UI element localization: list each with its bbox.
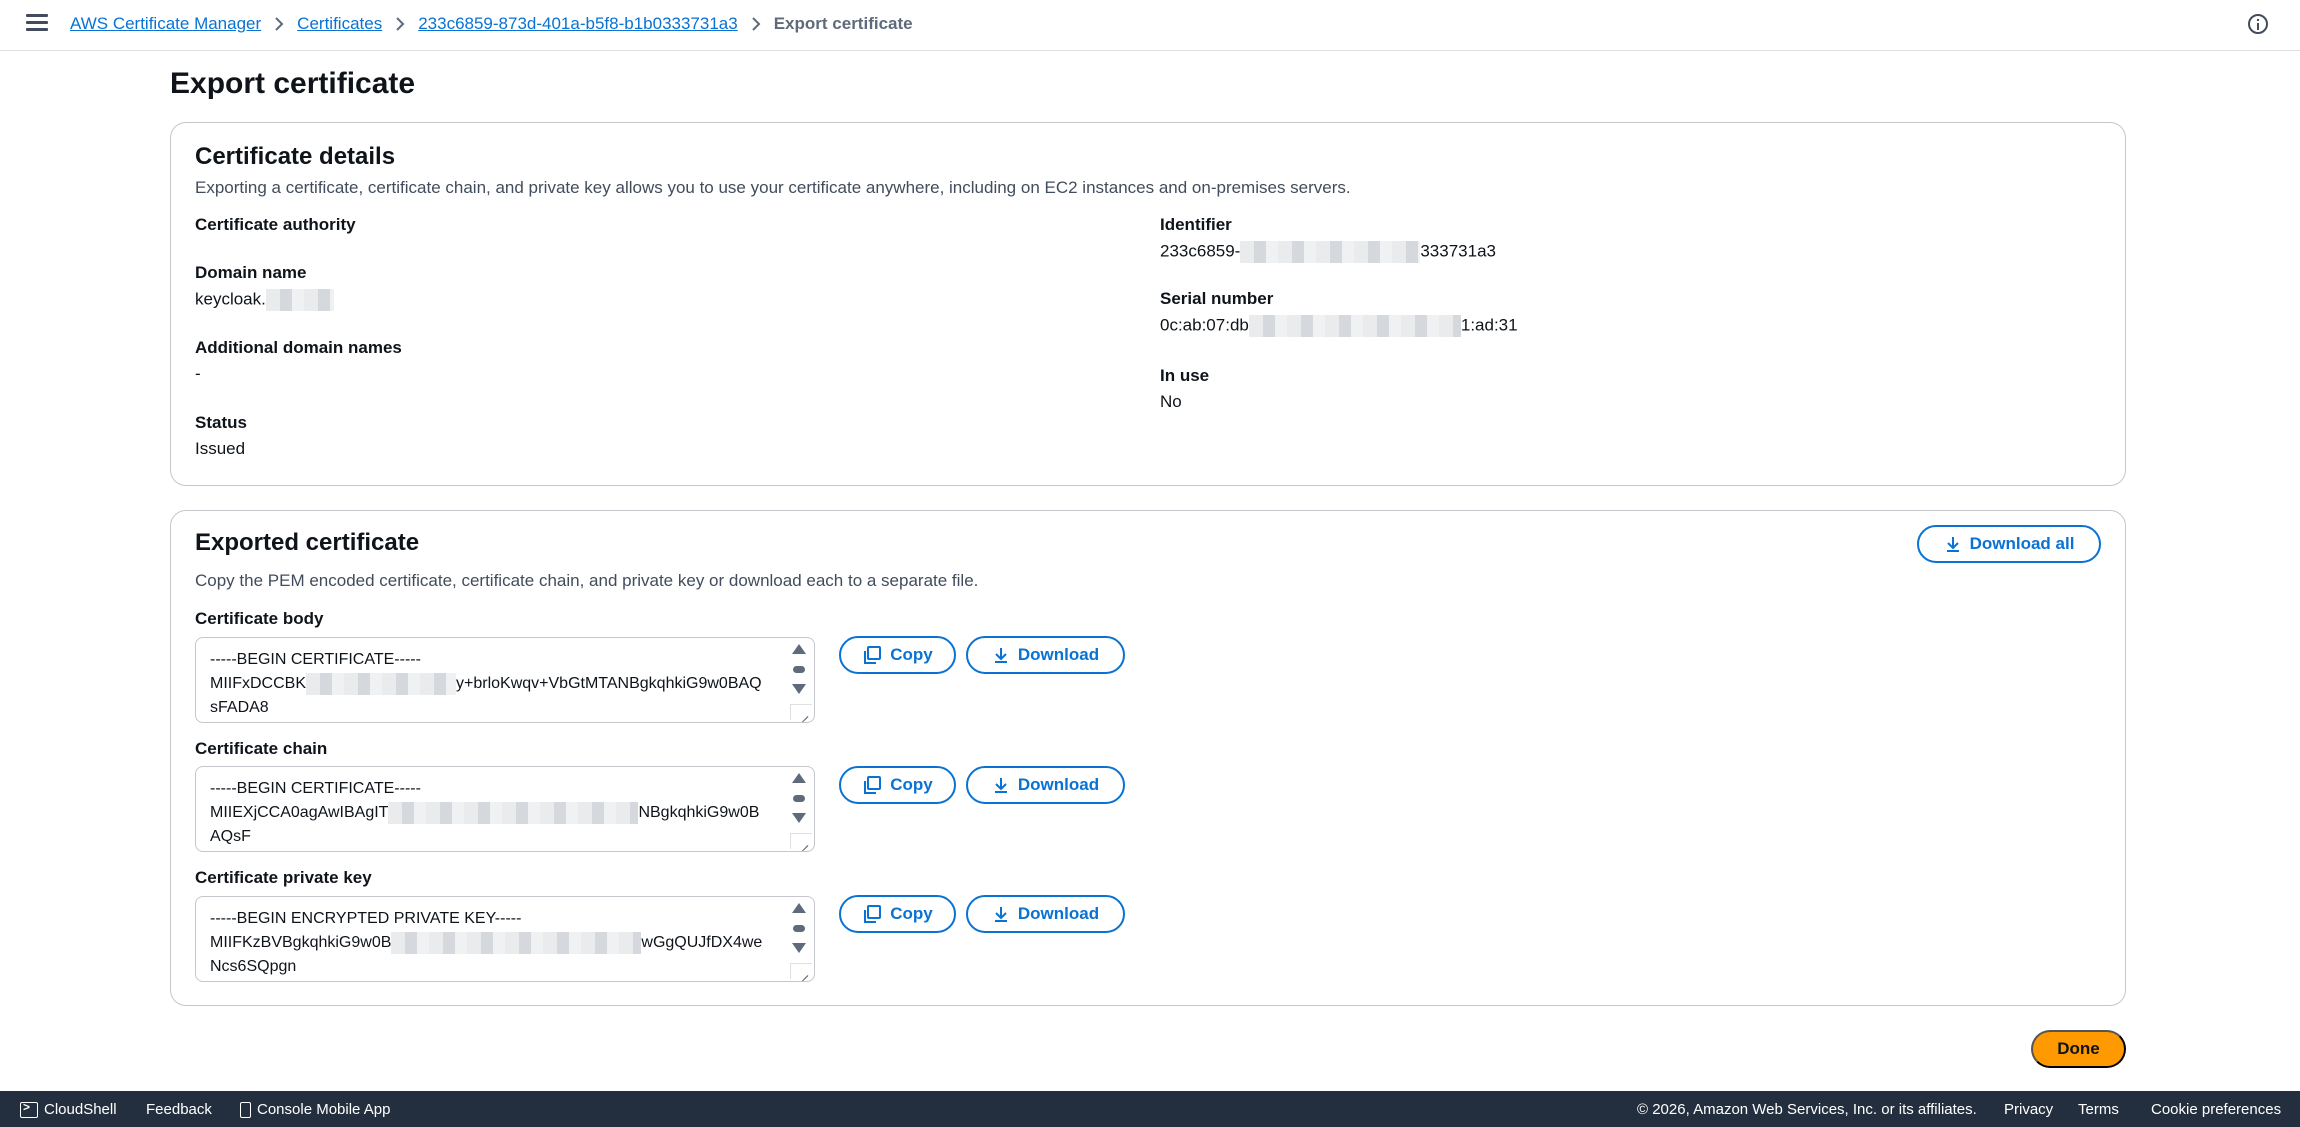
download-icon <box>994 907 1007 922</box>
domain-name-value: keycloak. <box>195 289 334 311</box>
console-footer: CloudShell Feedback Console Mobile App ©… <box>0 1091 2300 1127</box>
redacted-block <box>306 672 456 695</box>
menu-icon[interactable] <box>26 14 48 32</box>
download-certificate-chain-button[interactable]: Download <box>966 766 1125 804</box>
cloudshell-link[interactable]: CloudShell <box>20 1100 117 1118</box>
exported-certificate-panel: Exported certificate Copy the PEM encode… <box>170 510 2126 1006</box>
redacted-block <box>1248 315 1461 337</box>
serial-number-label: Serial number <box>1160 289 1274 308</box>
breadcrumb-acm[interactable]: AWS Certificate Manager <box>70 14 261 34</box>
redacted-block <box>265 289 334 311</box>
copy-icon <box>864 776 882 794</box>
redacted-block <box>388 801 639 824</box>
resize-handle-icon[interactable] <box>790 963 812 979</box>
feedback-link[interactable]: Feedback <box>146 1101 212 1118</box>
scrollbar[interactable] <box>792 644 806 704</box>
identifier-label: Identifier <box>1160 215 1232 234</box>
chevron-right-icon <box>261 16 297 32</box>
privacy-link[interactable]: Privacy <box>2004 1101 2053 1118</box>
download-private-key-button[interactable]: Download <box>966 895 1125 933</box>
breadcrumb-certificate-id[interactable]: 233c6859-873d-401a-b5f8-b1b0333731a3 <box>418 14 738 34</box>
chevron-right-icon <box>738 16 774 32</box>
breadcrumb-certificates[interactable]: Certificates <box>297 14 382 34</box>
breadcrumb: AWS Certificate Manager Certificates 233… <box>70 14 913 34</box>
download-icon <box>994 648 1007 663</box>
certificate-body-textarea[interactable]: -----BEGIN CERTIFICATE----- MIIFxDCCBK y+… <box>195 637 815 723</box>
certificate-chain-textarea[interactable]: -----BEGIN CERTIFICATE----- MIIEXjCCA0ag… <box>195 766 815 852</box>
certificate-details-description: Exporting a certificate, certificate cha… <box>195 178 1351 197</box>
redacted-block <box>391 931 642 954</box>
domain-name-label: Domain name <box>195 263 307 282</box>
certificate-authority-label: Certificate authority <box>195 215 356 234</box>
copy-icon <box>864 646 882 664</box>
resize-handle-icon[interactable] <box>790 833 812 849</box>
certificate-private-key-textarea[interactable]: -----BEGIN ENCRYPTED PRIVATE KEY----- MI… <box>195 896 815 982</box>
exported-certificate-description: Copy the PEM encoded certificate, certif… <box>195 571 979 590</box>
download-all-button[interactable]: Download all <box>1917 525 2101 563</box>
additional-domain-names-value: - <box>195 364 201 383</box>
top-navigation-bar: AWS Certificate Manager Certificates 233… <box>0 0 2300 51</box>
done-button[interactable]: Done <box>2031 1030 2126 1068</box>
scrollbar[interactable] <box>792 773 806 833</box>
status-label: Status <box>195 413 247 432</box>
scrollbar[interactable] <box>792 903 806 963</box>
mobile-phone-icon <box>240 1101 251 1118</box>
download-icon <box>1946 537 1959 552</box>
console-mobile-app-link[interactable]: Console Mobile App <box>240 1101 390 1118</box>
page-title: Export certificate <box>170 67 416 100</box>
serial-number-value: 0c:ab:07:db 1:ad:31 <box>1160 315 1518 337</box>
copy-certificate-body-button[interactable]: Copy <box>839 636 956 674</box>
certificate-body-label: Certificate body <box>195 609 324 628</box>
exported-certificate-heading: Exported certificate <box>195 529 420 556</box>
copyright-text: © 2026, Amazon Web Services, Inc. or its… <box>1637 1101 1977 1118</box>
additional-domain-names-label: Additional domain names <box>195 338 402 357</box>
copy-certificate-chain-button[interactable]: Copy <box>839 766 956 804</box>
copy-icon <box>864 905 882 923</box>
info-icon[interactable] <box>2248 14 2268 34</box>
in-use-label: In use <box>1160 366 1210 385</box>
copy-private-key-button[interactable]: Copy <box>839 895 956 933</box>
certificate-details-panel: Certificate details Exporting a certific… <box>170 122 2126 486</box>
certificate-chain-label: Certificate chain <box>195 739 328 758</box>
certificate-private-key-label: Certificate private key <box>195 868 372 887</box>
download-icon <box>994 778 1007 793</box>
terms-link[interactable]: Terms <box>2078 1101 2119 1118</box>
identifier-value: 233c6859- 333731a3 <box>1160 241 1496 263</box>
resize-handle-icon[interactable] <box>790 704 812 720</box>
download-certificate-body-button[interactable]: Download <box>966 636 1125 674</box>
in-use-value: No <box>1160 392 1182 411</box>
status-value: Issued <box>195 439 246 458</box>
cookie-preferences-link[interactable]: Cookie preferences <box>2151 1101 2281 1118</box>
certificate-details-heading: Certificate details <box>195 143 396 170</box>
redacted-block <box>1240 241 1421 263</box>
breadcrumb-current: Export certificate <box>773 14 913 33</box>
cloudshell-icon <box>20 1100 38 1118</box>
chevron-right-icon <box>382 16 418 32</box>
